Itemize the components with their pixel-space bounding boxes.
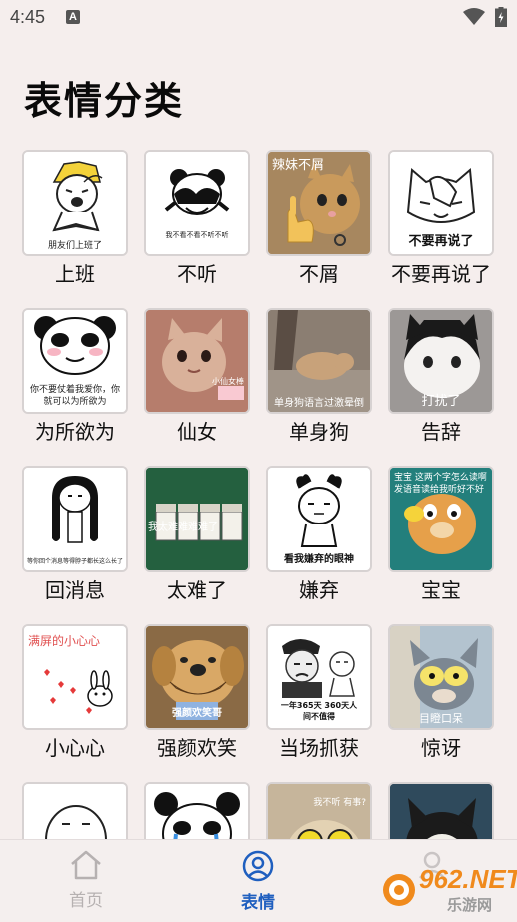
category-thumbnail[interactable]: 目瞪口呆	[388, 624, 494, 730]
thumbnail-caption: 辣妹不屑	[272, 158, 325, 173]
thumbnail-caption: 我太难难难难了	[148, 522, 218, 533]
fairy-cat-sticker	[146, 310, 248, 412]
category-thumbnail[interactable]: 单身狗语言过激晕倒	[266, 308, 372, 414]
category-thumbnail[interactable]: 不要再说了	[388, 150, 494, 256]
bottom-navigation: 首页 表情 962.NET 乐游网	[0, 839, 517, 920]
thumbnail-caption: 目瞪口呆	[419, 712, 463, 725]
thumbnail-caption: 打扰了	[421, 394, 461, 409]
category-label: 宝宝	[421, 578, 461, 602]
thumbnail-caption: 你不要仗着我爱你，你就可以为所欲为	[29, 385, 120, 407]
user-circle-icon	[242, 850, 274, 882]
thumbnail-caption: 小仙女棒	[212, 377, 244, 386]
category-thumbnail[interactable]: 宝宝 这两个字怎么读啊 发语音读给我听好不好	[388, 466, 494, 572]
site-watermark: 962.NET 乐游网	[379, 860, 517, 918]
status-time: 4:45	[10, 7, 46, 27]
thumbnail-caption: 我不听 有事?	[313, 798, 366, 808]
category-label: 回消息	[45, 578, 105, 602]
page-title: 表情分类	[24, 78, 185, 123]
category-label: 仙女	[177, 420, 217, 444]
status-bar: 4:45 A	[0, 0, 517, 36]
nav-label-emoji: 表情	[241, 893, 275, 913]
category-label: 单身狗	[289, 420, 349, 444]
category-label: 不要再说了	[391, 262, 491, 286]
nav-item-emoji[interactable]: 表情	[198, 850, 318, 913]
battery-icon	[495, 7, 507, 27]
long-neck-girl-sticker	[24, 468, 126, 570]
thumbnail-caption: 单身狗语言过激晕倒	[274, 398, 364, 409]
category-thumbnail[interactable]: 朋友们上班了	[22, 150, 128, 256]
category-thumbnail[interactable]: 打扰了	[388, 308, 494, 414]
category-thumbnail[interactable]: 等你回个消息等得脖子都长这么长了	[22, 466, 128, 572]
nav-item-home[interactable]: 首页	[26, 850, 146, 911]
category-thumbnail[interactable]: 满屏的小心心	[22, 624, 128, 730]
thumbnail-caption: 我不看不看不听不听	[165, 231, 229, 239]
category-label: 太难了	[167, 578, 227, 602]
thumbnail-caption: 朋友们上班了	[47, 241, 102, 251]
category-thumbnail[interactable]: 看我嫌弃的眼神	[266, 466, 372, 572]
watermark-sub: 乐游网	[447, 896, 493, 914]
thumbnail-caption: 看我嫌弃的眼神	[284, 554, 354, 565]
category-thumbnail[interactable]: 我不看不看不听不听	[144, 150, 250, 256]
category-label: 嫌弃	[299, 578, 339, 602]
category-label: 当场抓获	[279, 736, 359, 760]
category-thumbnail[interactable]: 强颜欢笑哥	[144, 624, 250, 730]
nav-label-home: 首页	[69, 891, 103, 911]
category-label: 不听	[177, 262, 217, 286]
a-badge-icon: A	[66, 10, 80, 24]
category-label: 为所欲为	[35, 420, 115, 444]
category-label: 上班	[55, 262, 95, 286]
category-thumbnail[interactable]: 我太难难难难了	[144, 466, 250, 572]
thumbnail-caption: 宝宝 这两个字怎么读啊 发语音读给我听好不好	[394, 473, 487, 495]
category-label: 告辞	[421, 420, 461, 444]
thumbnail-caption: 一年365天 360天人间不值得	[280, 701, 358, 721]
thumbnail-caption: 满屏的小心心	[28, 634, 101, 648]
category-label: 不屑	[299, 262, 339, 286]
category-thumbnail[interactable]: 辣妹不屑	[266, 150, 372, 256]
thumbnail-caption: 强颜欢笑哥	[172, 708, 222, 719]
watermark-brand: 962.NET	[419, 864, 517, 894]
category-label: 小心心	[45, 736, 105, 760]
category-thumbnail[interactable]: 一年365天 360天人间不值得	[266, 624, 372, 730]
thumbnail-caption: 等你回个消息等得脖子都长这么长了	[26, 558, 123, 565]
category-thumbnail[interactable]: 小仙女棒	[144, 308, 250, 414]
wifi-icon	[463, 8, 485, 25]
thumbnail-caption: 不要再说了	[408, 234, 474, 249]
category-label: 惊讶	[421, 736, 461, 760]
category-label: 强颜欢笑	[157, 736, 237, 760]
home-icon	[71, 850, 101, 880]
category-thumbnail[interactable]: 你不要仗着我爱你，你就可以为所欲为	[22, 308, 128, 414]
